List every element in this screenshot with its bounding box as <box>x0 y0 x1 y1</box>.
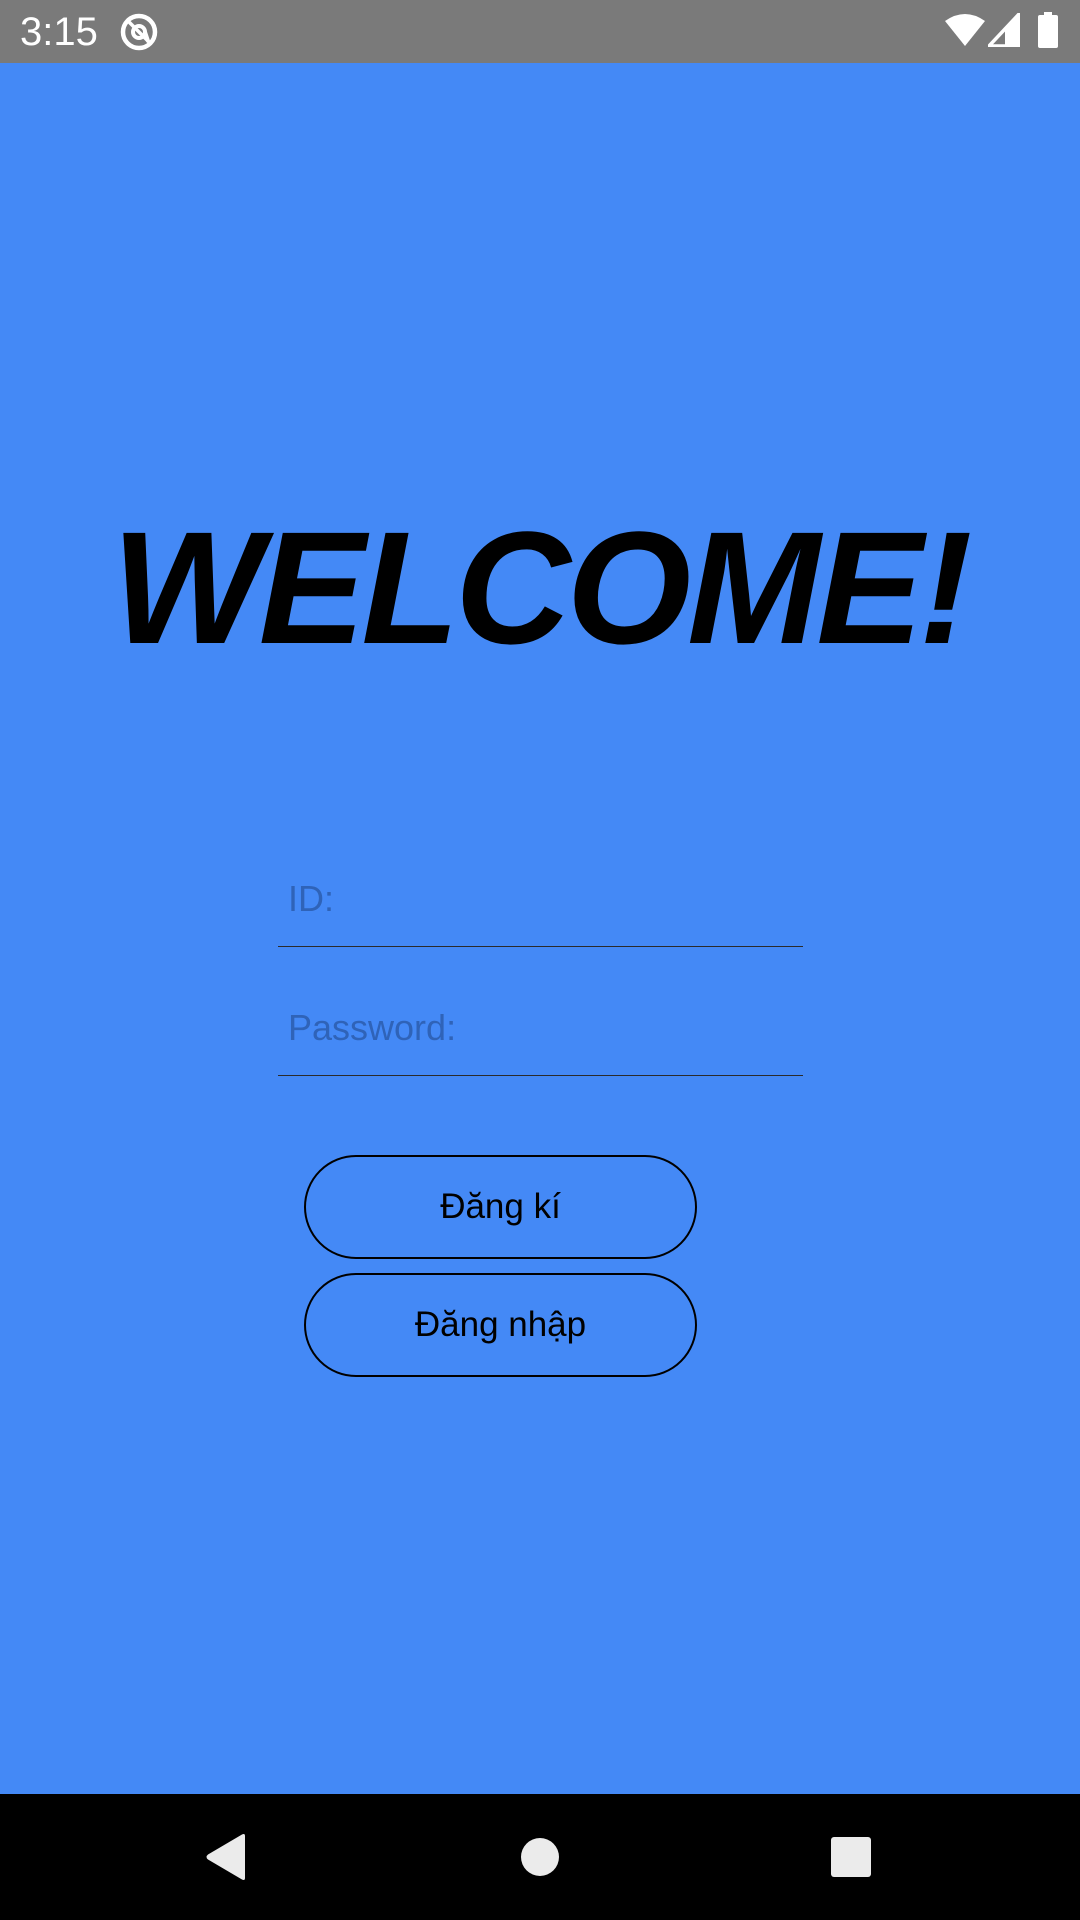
cellular-signal-icon <box>988 13 1020 47</box>
id-field[interactable] <box>278 860 803 947</box>
back-icon <box>206 1834 245 1880</box>
screen: 3:15 WELCOME! Đăng kí Đăng nhập <box>0 0 1080 1920</box>
recents-icon <box>831 1837 871 1877</box>
at-sign-icon <box>120 13 158 51</box>
navigation-bar <box>0 1794 1080 1920</box>
welcome-title: WELCOME! <box>111 498 973 677</box>
wifi-icon <box>945 14 985 46</box>
home-icon <box>521 1838 559 1876</box>
status-bar: 3:15 <box>0 0 1080 63</box>
home-button[interactable] <box>505 1822 575 1892</box>
recents-button[interactable] <box>816 1822 886 1892</box>
register-button[interactable]: Đăng kí <box>304 1155 697 1259</box>
back-button[interactable] <box>191 1822 261 1892</box>
password-field[interactable] <box>278 989 803 1076</box>
password-input[interactable] <box>288 1003 788 1053</box>
status-time: 3:15 <box>20 10 98 54</box>
battery-icon <box>1038 12 1058 48</box>
login-button[interactable]: Đăng nhập <box>304 1273 697 1377</box>
id-input[interactable] <box>288 874 788 924</box>
